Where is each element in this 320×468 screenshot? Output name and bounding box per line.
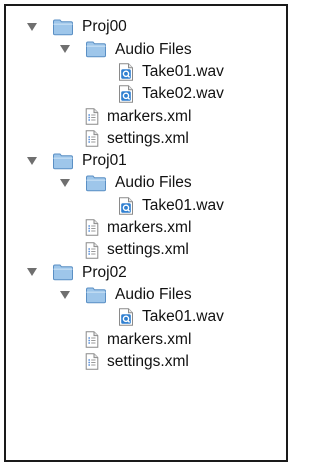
folder-name-label: Proj01: [82, 152, 127, 170]
audio-file-icon: [118, 196, 134, 215]
file-name-label: markers.xml: [107, 219, 192, 237]
tree-file-row[interactable]: settings.xml: [6, 127, 286, 149]
file-tree-panel: Proj00 Audio Files Take01.wav Take02.wav…: [4, 4, 288, 462]
disclosure-triangle-icon[interactable]: [59, 289, 71, 301]
disclosure-triangle-icon[interactable]: [59, 43, 71, 55]
folder-name-label: Audio Files: [115, 174, 192, 192]
audio-file-icon: [118, 63, 134, 81]
folder-name-label: Proj00: [82, 18, 127, 36]
file-name-label: Take02.wav: [142, 85, 224, 103]
tree-folder-row[interactable]: Proj00: [6, 16, 286, 38]
disclosure-triangle-icon[interactable]: [26, 21, 38, 33]
file-tree: Proj00 Audio Files Take01.wav Take02.wav…: [6, 16, 286, 373]
xml-file-icon: [85, 353, 99, 370]
tree-folder-row[interactable]: Proj02: [6, 261, 286, 283]
disclosure-triangle-icon[interactable]: [26, 266, 38, 278]
tree-file-row[interactable]: Take01.wav: [6, 194, 286, 216]
xml-file-icon: [85, 241, 99, 259]
tree-file-row[interactable]: markers.xml: [6, 328, 286, 350]
tree-file-row[interactable]: Take02.wav: [6, 83, 286, 105]
file-name-label: Take01.wav: [142, 62, 224, 80]
folder-name-label: Audio Files: [115, 40, 192, 58]
tree-file-row[interactable]: Take01.wav: [6, 306, 286, 328]
folder-icon: [52, 18, 74, 36]
audio-file-icon: [118, 308, 134, 326]
folder-icon: [85, 174, 107, 192]
audio-file-icon: [118, 85, 134, 103]
folder-icon: [52, 152, 74, 170]
file-name-label: Take01.wav: [142, 308, 224, 326]
xml-file-icon: [85, 219, 99, 237]
folder-icon: [85, 286, 107, 304]
tree-file-row[interactable]: Take01.wav: [6, 61, 286, 83]
tree-folder-row[interactable]: Audio Files: [6, 284, 286, 306]
file-name-label: settings.xml: [107, 352, 189, 370]
xml-file-icon: [85, 108, 99, 125]
tree-folder-row[interactable]: Audio Files: [6, 38, 286, 60]
file-name-label: settings.xml: [107, 129, 189, 147]
file-name-label: Take01.wav: [142, 196, 224, 214]
xml-file-icon: [85, 331, 99, 348]
folder-name-label: Audio Files: [115, 285, 192, 303]
xml-file-icon: [85, 130, 99, 147]
file-name-label: settings.xml: [107, 241, 189, 259]
tree-file-row[interactable]: settings.xml: [6, 350, 286, 372]
tree-folder-row[interactable]: Audio Files: [6, 172, 286, 194]
tree-file-row[interactable]: markers.xml: [6, 105, 286, 127]
folder-icon: [52, 263, 74, 281]
folder-icon: [85, 40, 107, 58]
disclosure-triangle-icon[interactable]: [26, 155, 38, 167]
tree-file-row[interactable]: settings.xml: [6, 239, 286, 261]
file-name-label: markers.xml: [107, 107, 192, 125]
disclosure-triangle-icon[interactable]: [59, 177, 71, 189]
folder-name-label: Proj02: [82, 263, 127, 281]
file-name-label: markers.xml: [107, 330, 192, 348]
tree-folder-row[interactable]: Proj01: [6, 150, 286, 172]
tree-file-row[interactable]: markers.xml: [6, 217, 286, 239]
